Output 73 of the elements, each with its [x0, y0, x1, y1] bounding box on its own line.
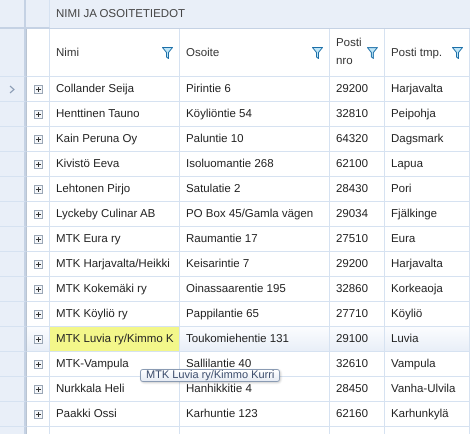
- expand-icon[interactable]: [34, 160, 42, 168]
- table-cell: Paakki Ossi: [50, 402, 180, 427]
- table-cell: MTK Kokemäki ry: [50, 277, 180, 302]
- table-cell: Harjavalta: [385, 252, 470, 277]
- expand-icon[interactable]: [34, 360, 42, 368]
- expand-icon[interactable]: [34, 134, 42, 144]
- table-cell: Paluntie 10: [180, 127, 330, 152]
- column-header[interactable]: Nimi: [50, 29, 180, 77]
- expand-icon[interactable]: [34, 310, 42, 318]
- table-cell: Isoluomantie 268: [180, 152, 330, 177]
- table-cell: Collander Seija: [50, 77, 180, 102]
- column-header[interactable]: Posti tmp.: [385, 29, 470, 77]
- table-cell: Korkeaoja: [385, 277, 470, 302]
- expand-icon[interactable]: [34, 284, 42, 294]
- table-cell: Dagsmark: [385, 127, 470, 152]
- table-cell: Raumantie 17: [180, 227, 330, 252]
- table-cell: Fjälkinge: [385, 202, 470, 227]
- table-cell: Köyliöntie 54: [180, 102, 330, 127]
- table-cell: 32810: [330, 102, 385, 127]
- table-cell: Kain Peruna Oy: [50, 127, 180, 152]
- table-cell: 28450: [330, 377, 385, 402]
- expand-icon[interactable]: [34, 384, 42, 394]
- column-header[interactable]: Posti nro: [330, 29, 385, 77]
- table-cell: MTK Luvia ry/Kimmo K: [50, 327, 180, 352]
- table-cell: Oinassaarentie 195: [180, 277, 330, 302]
- group-header: NIMI JA OSOITETIEDOT: [55, 8, 186, 20]
- table-cell: MTK Eura ry: [50, 227, 180, 252]
- table-cell: 27510: [330, 227, 385, 252]
- table-cell: Toukomiehentie 131: [180, 327, 330, 352]
- expand-icon[interactable]: [34, 234, 42, 244]
- table-cell: Lehtonen Pirjo: [50, 177, 180, 202]
- table-cell: PO Box 45/Gamla vägen: [180, 202, 330, 227]
- table-cell: 29200: [330, 252, 385, 277]
- expand-icon[interactable]: [34, 110, 42, 118]
- table-cell: Keisarintie 7: [180, 252, 330, 277]
- table-cell: 62100: [330, 152, 385, 177]
- filter-icon[interactable]: [162, 46, 173, 58]
- table-cell: Peipohja: [385, 102, 470, 127]
- expand-icon[interactable]: [34, 84, 42, 94]
- table-cell: Lyckeby Culinar AB: [50, 202, 180, 227]
- table-cell: Karhunkylä: [385, 402, 470, 427]
- expand-icon[interactable]: [34, 184, 42, 194]
- table-cell: Vampula: [385, 352, 470, 377]
- filter-icon[interactable]: [452, 46, 463, 58]
- table-cell: MTK Harjavalta/Heikki: [50, 252, 180, 277]
- expand-icon[interactable]: [34, 260, 42, 268]
- table-cell: 62160: [330, 402, 385, 427]
- table-cell: Lapua: [385, 152, 470, 177]
- table-cell: Pirintie 6: [180, 77, 330, 102]
- filter-icon[interactable]: [312, 46, 323, 58]
- table-cell: 29034: [330, 202, 385, 227]
- table-cell: Eura: [385, 227, 470, 252]
- expand-icon[interactable]: [34, 410, 42, 418]
- table-cell: Henttinen Tauno: [50, 102, 180, 127]
- table-cell: 64320: [330, 127, 385, 152]
- table-cell: Pori: [385, 177, 470, 202]
- table-cell: Luvia: [385, 327, 470, 352]
- tooltip: MTK Luvia ry/Kimmo Kurri: [140, 369, 280, 382]
- hovered-row[interactable]: MTK Luvia ry/Kimmo K Toukomiehentie 131 29100 Luvia: [0, 327, 470, 352]
- expand-icon[interactable]: [34, 210, 42, 218]
- table-cell: Satulatie 2: [180, 177, 330, 202]
- table-cell: Vanha-Ulvila: [385, 377, 470, 402]
- column-header[interactable]: Osoite: [180, 29, 330, 77]
- table-cell: Kivistö Eeva: [50, 152, 180, 177]
- table-cell: 32860: [330, 277, 385, 302]
- table-cell: 29100: [330, 327, 385, 352]
- table-cell: 32610: [330, 352, 385, 377]
- table-cell: 29200: [330, 77, 385, 102]
- table-cell: Karhuntie 123: [180, 402, 330, 427]
- table-cell: 28430: [330, 177, 385, 202]
- filter-icon[interactable]: [367, 46, 378, 58]
- expand-icon[interactable]: [34, 334, 42, 344]
- table-cell: Harjavalta: [385, 77, 470, 102]
